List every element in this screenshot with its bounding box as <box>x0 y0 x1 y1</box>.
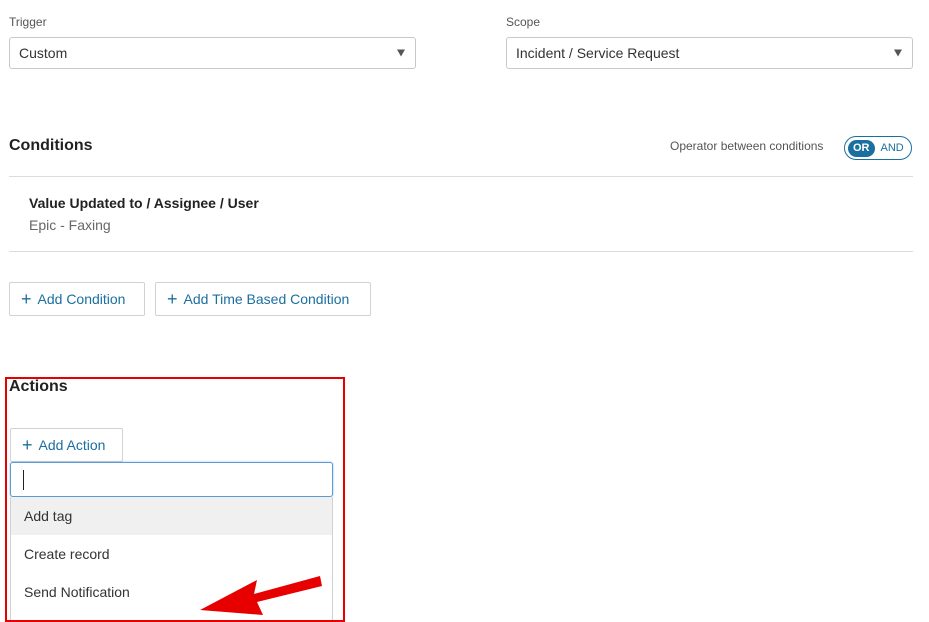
dropdown-caret-icon <box>397 49 405 57</box>
plus-icon: + <box>21 289 32 309</box>
scope-select[interactable]: Incident / Service Request <box>506 37 913 69</box>
divider <box>9 176 913 177</box>
operator-and-option[interactable]: AND <box>881 142 904 155</box>
operator-toggle[interactable]: OR AND <box>844 136 912 160</box>
divider <box>9 251 913 252</box>
add-time-condition-button[interactable]: + Add Time Based Condition <box>155 282 371 316</box>
trigger-label: Trigger <box>9 15 47 29</box>
dropdown-caret-icon <box>894 49 902 57</box>
conditions-title: Conditions <box>9 137 93 154</box>
scope-value: Incident / Service Request <box>516 45 680 61</box>
plus-icon: + <box>167 289 178 309</box>
trigger-value: Custom <box>19 45 68 61</box>
condition-title: Value Updated to / Assignee / User <box>29 195 259 211</box>
add-time-condition-label: Add Time Based Condition <box>183 291 350 307</box>
trigger-select[interactable]: Custom <box>9 37 416 69</box>
operator-label: Operator between conditions <box>670 139 824 153</box>
add-condition-label: Add Condition <box>37 291 126 307</box>
operator-or-option[interactable]: OR <box>848 139 875 157</box>
add-condition-button[interactable]: + Add Condition <box>9 282 145 316</box>
scope-label: Scope <box>506 15 541 29</box>
condition-subtitle: Epic - Faxing <box>29 217 111 233</box>
red-arrow-icon <box>200 576 322 615</box>
